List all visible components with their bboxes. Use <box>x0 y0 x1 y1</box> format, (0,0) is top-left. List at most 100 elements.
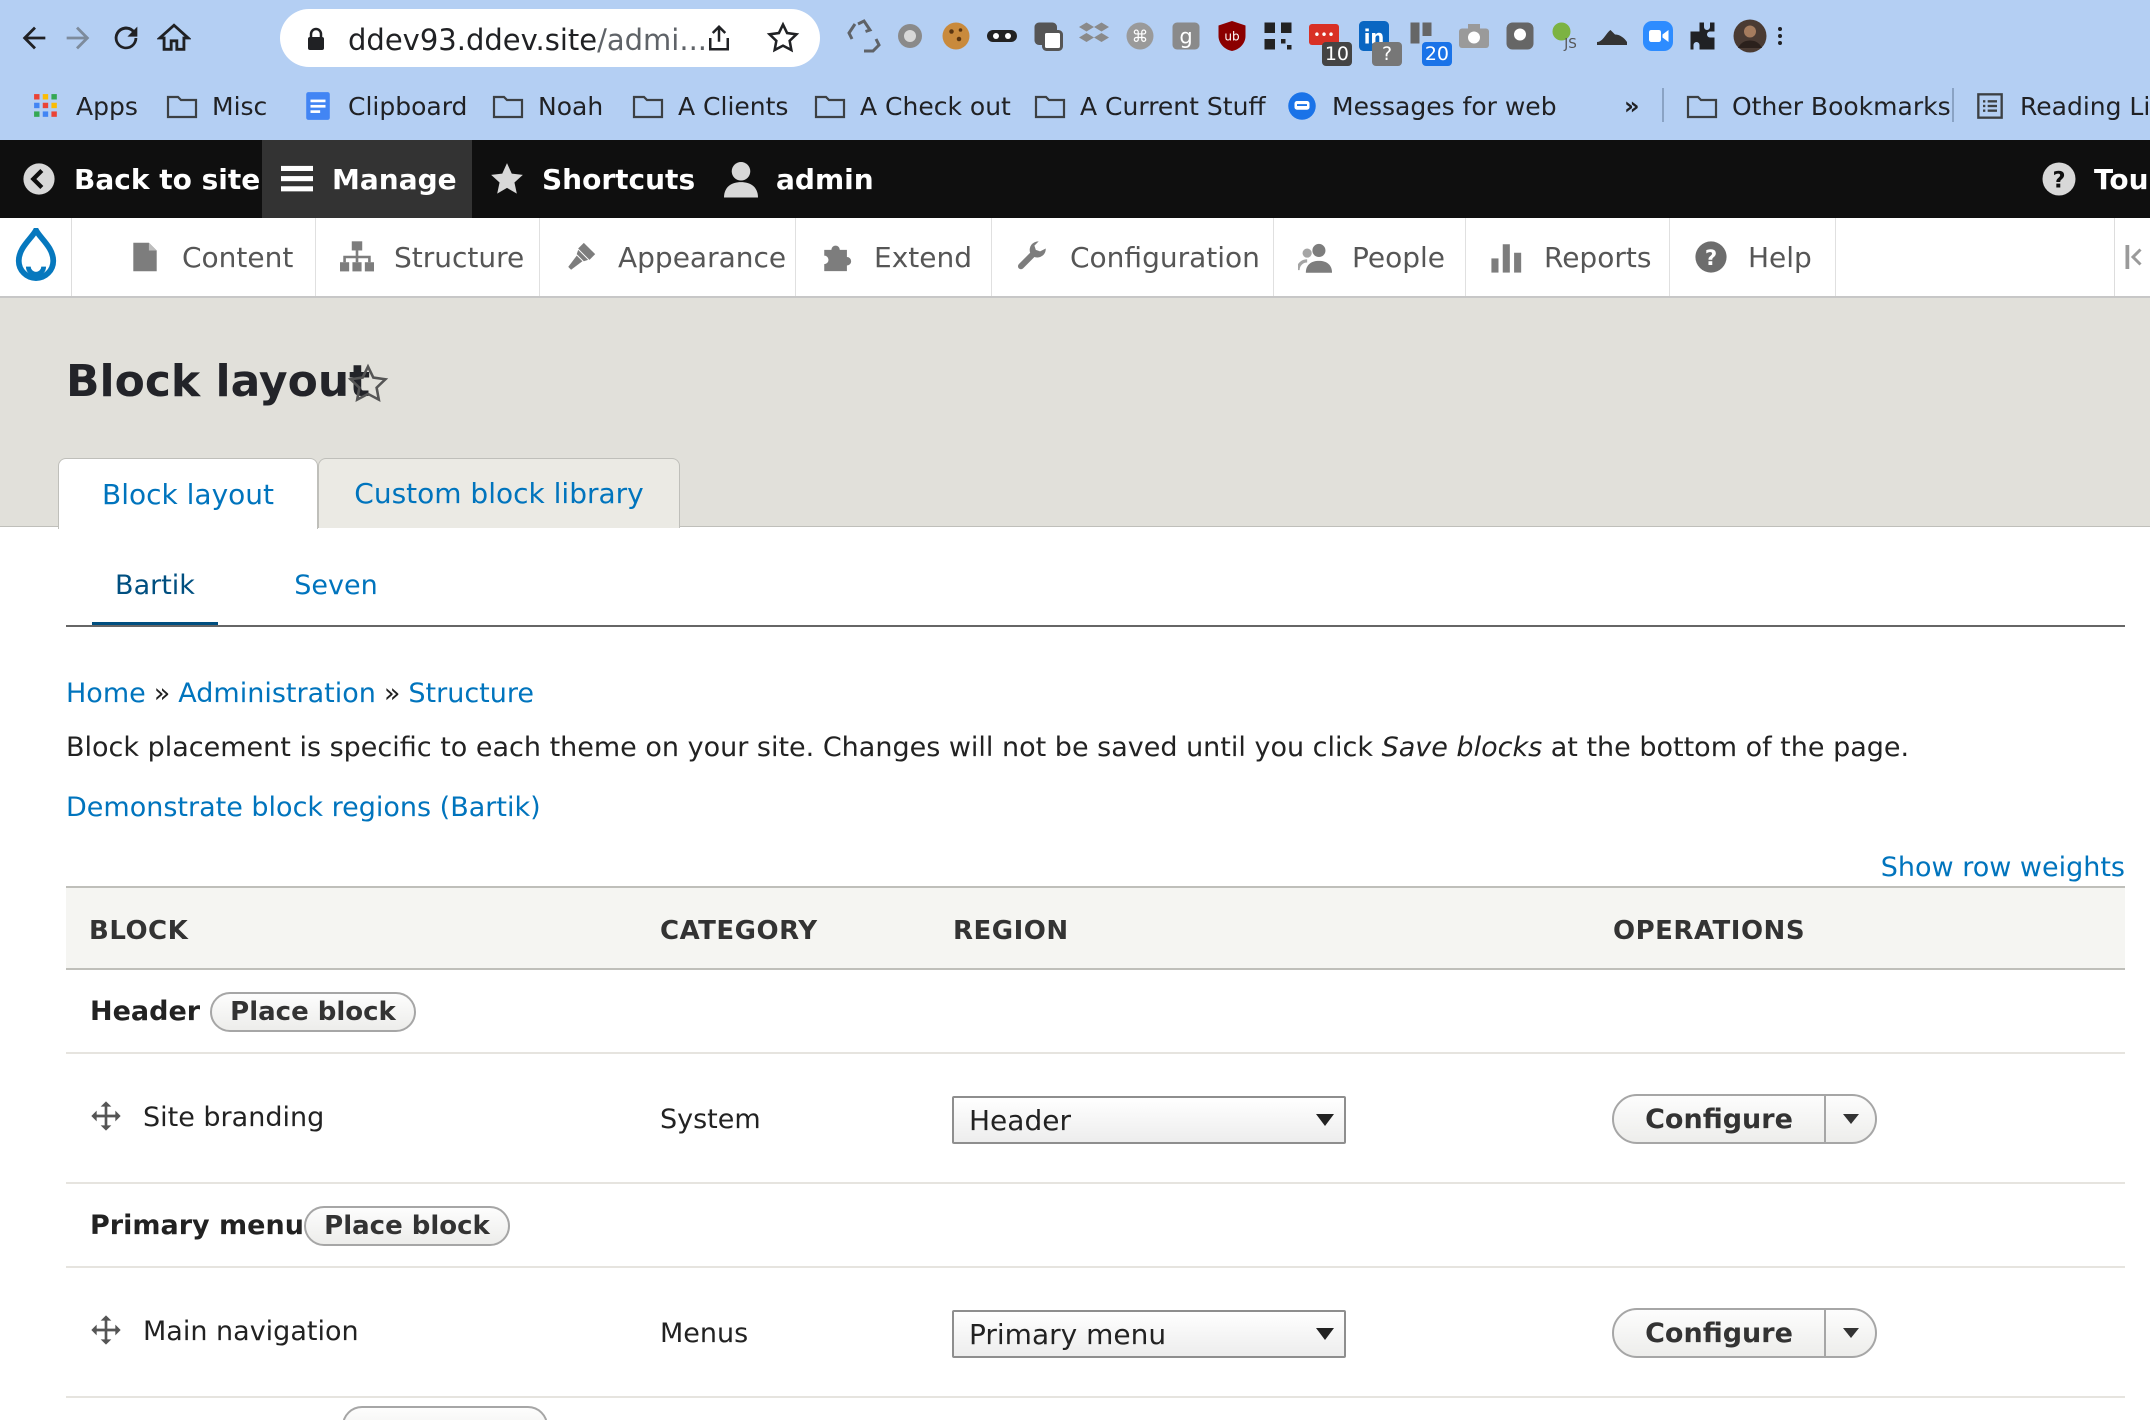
bookmark-star-icon[interactable] <box>766 21 800 55</box>
tray-item-reports[interactable]: Reports <box>1466 218 1670 296</box>
tab-block-layout[interactable]: Block layout <box>58 458 318 529</box>
bookmark-folder-misc[interactable]: Misc <box>166 86 267 126</box>
user-tab[interactable]: admin <box>722 140 874 218</box>
manage-tab[interactable]: Manage <box>262 140 472 218</box>
dropdown-arrow-icon <box>1316 1114 1334 1126</box>
browser-chrome: ddev93.ddev.site/admi... ⌘ g ub ••• 10 in… <box>0 0 2150 140</box>
back-to-site-link[interactable]: Back to site <box>20 140 260 218</box>
js-extension-icon[interactable]: JS <box>1544 14 1588 58</box>
recycle-extension-icon[interactable] <box>842 14 886 58</box>
gear-extension-icon[interactable] <box>888 14 932 58</box>
command-extension-icon[interactable]: ⌘ <box>1118 14 1162 58</box>
bookmark-apps[interactable]: Apps <box>30 86 138 126</box>
people-icon <box>1298 240 1332 274</box>
tray-item-structure[interactable]: Structure <box>316 218 540 296</box>
place-block-button[interactable] <box>342 1406 548 1420</box>
bookmarks-separator <box>1952 88 1954 122</box>
tray-item-content[interactable]: Content <box>104 218 316 296</box>
dropbutton-toggle-chevron-icon[interactable] <box>1826 1310 1875 1356</box>
place-block-button[interactable]: Place block <box>304 1206 510 1246</box>
region-row-next <box>66 1398 2125 1420</box>
home-icon[interactable] <box>152 16 196 60</box>
region-title: Primary menu <box>90 1210 304 1241</box>
bookmarks-separator <box>1662 88 1664 122</box>
configure-dropbutton: Configure <box>1612 1308 1877 1358</box>
sneaker-extension-icon[interactable] <box>1590 14 1634 58</box>
shortcut-star-icon[interactable] <box>346 362 390 406</box>
tray-item-configuration[interactable]: Configuration <box>992 218 1274 296</box>
svg-text:g: g <box>1179 25 1192 49</box>
configure-button[interactable]: Configure <box>1614 1096 1826 1142</box>
address-bar[interactable]: ddev93.ddev.site/admi... <box>280 9 820 67</box>
help-circle-icon: ? <box>2040 160 2078 198</box>
column-header-region: REGION <box>953 916 1069 946</box>
tray-item-help[interactable]: ? Help <box>1670 218 1836 296</box>
paint-brush-icon <box>564 240 598 274</box>
bookmark-folder-a-clients[interactable]: A Clients <box>632 86 788 126</box>
tray-item-people[interactable]: People <box>1274 218 1466 296</box>
qr-code-extension-icon[interactable] <box>1256 14 1300 58</box>
tab-custom-block-library[interactable]: Custom block library <box>318 458 680 528</box>
forward-arrow-icon[interactable] <box>56 16 100 60</box>
linkedin-extension-icon[interactable]: in? <box>1352 14 1402 66</box>
ublock-extension-icon[interactable]: ub <box>1210 14 1254 58</box>
dropbutton-toggle-chevron-icon[interactable] <box>1826 1096 1875 1142</box>
mail-extension-icon[interactable]: ••• 10 <box>1302 14 1352 66</box>
docs-icon <box>302 92 334 120</box>
reload-icon[interactable] <box>104 16 148 60</box>
puzzle-extensions-icon[interactable] <box>1682 14 1726 58</box>
back-arrow-icon[interactable] <box>12 16 56 60</box>
google-extension-icon[interactable]: g <box>1164 14 1208 58</box>
drag-handle-icon[interactable] <box>90 1100 122 1132</box>
bookmark-other-bookmarks[interactable]: Other Bookmarks <box>1686 86 1951 126</box>
show-row-weights-link[interactable]: Show row weights <box>1881 852 2125 883</box>
chrome-menu-icon[interactable] <box>1768 14 1792 58</box>
cookie-extension-icon[interactable] <box>934 14 978 58</box>
configure-button[interactable]: Configure <box>1614 1310 1826 1356</box>
trello-extension-icon[interactable]: 20 <box>1402 14 1452 66</box>
tour-button[interactable]: ? Tour <box>2040 140 2150 218</box>
theme-tab-bartik[interactable]: Bartik <box>92 570 218 626</box>
camera-extension-icon[interactable] <box>1452 14 1496 58</box>
place-block-button[interactable]: Place block <box>210 992 416 1032</box>
bookmarks-bar: Apps Misc Clipboard Noah A Clients A Che… <box>0 80 2150 132</box>
region-select[interactable]: Header <box>952 1096 1346 1144</box>
screenshot-extension-icon[interactable] <box>1026 14 1070 58</box>
admin-toolbar: Back to site Manage Shortcuts admin ? To… <box>0 140 2150 218</box>
svg-text:?: ? <box>1705 246 1717 271</box>
bookmark-reading-list[interactable]: Reading Lis <box>1974 86 2150 126</box>
table-header: BLOCK CATEGORY REGION OPERATIONS <box>66 886 2125 970</box>
block-name: Site branding <box>143 1102 325 1133</box>
shortcuts-tab[interactable]: Shortcuts <box>488 140 695 218</box>
bookmark-folder-a-current-stuff[interactable]: A Current Stuff <box>1034 86 1266 126</box>
demonstrate-block-regions-link[interactable]: Demonstrate block regions (Bartik) <box>66 792 541 823</box>
profile-avatar-icon[interactable] <box>1728 14 1772 58</box>
breadcrumb-home[interactable]: Home <box>66 678 146 709</box>
block-category: Menus <box>660 1318 749 1349</box>
sitemap-icon <box>340 240 374 274</box>
theme-tab-seven[interactable]: Seven <box>280 570 392 626</box>
reading-list-icon <box>1974 92 2006 120</box>
breadcrumb-administration[interactable]: Administration <box>178 678 376 709</box>
bookmark-clipboard[interactable]: Clipboard <box>302 86 467 126</box>
bookmark-folder-noah[interactable]: Noah <box>492 86 603 126</box>
share-icon[interactable] <box>704 21 734 55</box>
tray-item-appearance[interactable]: Appearance <box>540 218 796 296</box>
region-select[interactable]: Primary menu <box>952 1310 1346 1358</box>
region-row-header: Header Place block <box>66 970 2125 1054</box>
zoom-extension-icon[interactable] <box>1636 14 1680 58</box>
drupal-drop-icon[interactable] <box>0 218 72 296</box>
tabs-underline <box>66 625 2125 627</box>
page-header-region: Block layout Block layout Custom block l… <box>0 298 2150 529</box>
bookmarks-overflow-chevron[interactable]: » <box>1624 86 1640 126</box>
drag-handle-icon[interactable] <box>90 1314 122 1346</box>
mask-extension-icon[interactable] <box>980 14 1024 58</box>
tray-item-extend[interactable]: Extend <box>796 218 992 296</box>
bulb-extension-icon[interactable] <box>1498 14 1542 58</box>
bookmark-folder-a-check-out[interactable]: A Check out <box>814 86 1011 126</box>
bookmark-messages-for-web[interactable]: Messages for web <box>1286 86 1557 126</box>
dropbox-extension-icon[interactable] <box>1072 14 1116 58</box>
folder-icon <box>492 92 524 120</box>
tray-orientation-toggle-icon[interactable] <box>2114 218 2150 296</box>
breadcrumb-structure[interactable]: Structure <box>408 678 534 709</box>
